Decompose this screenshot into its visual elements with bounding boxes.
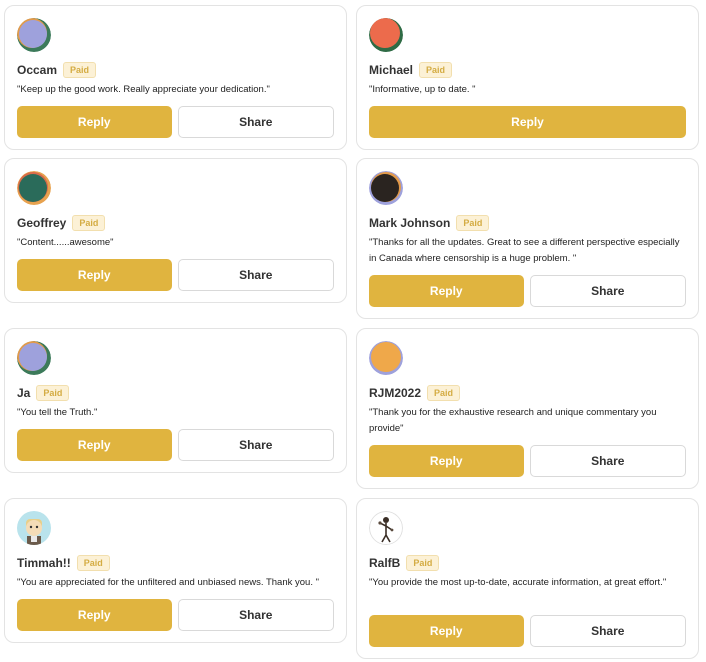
orange-circle-avatar-icon[interactable] bbox=[369, 341, 403, 375]
reply-button[interactable]: Reply bbox=[17, 106, 172, 138]
paid-badge: Paid bbox=[76, 555, 110, 571]
commenter-name[interactable]: Michael bbox=[369, 63, 413, 77]
comment-card: Geoffrey Paid "Content......awesome" Rep… bbox=[4, 158, 347, 303]
reply-button[interactable]: Reply bbox=[17, 259, 172, 291]
reply-button[interactable]: Reply bbox=[369, 106, 686, 138]
paid-badge: Paid bbox=[406, 555, 440, 571]
comment-card: RalfB Paid "You provide the most up-to-d… bbox=[356, 498, 699, 659]
commenter-name[interactable]: RalfB bbox=[369, 556, 400, 570]
reply-button[interactable]: Reply bbox=[369, 615, 524, 647]
comment-text: "You are appreciated for the unfiltered … bbox=[17, 577, 319, 588]
comment-text: "Informative, up to date. " bbox=[369, 84, 476, 95]
teal-circle-avatar-icon[interactable] bbox=[17, 171, 51, 205]
commenter-name[interactable]: RJM2022 bbox=[369, 386, 421, 400]
commenter-name[interactable]: Mark Johnson bbox=[369, 216, 450, 230]
paid-badge: Paid bbox=[419, 62, 453, 78]
share-button[interactable]: Share bbox=[177, 106, 334, 138]
comment-text: "Keep up the good work. Really appreciat… bbox=[17, 84, 270, 95]
comment-card: Occam Paid "Keep up the good work. Reall… bbox=[4, 5, 347, 150]
paid-badge: Paid bbox=[36, 385, 70, 401]
comment-card: Mark Johnson Paid "Thanks for all the up… bbox=[356, 158, 699, 319]
reply-button[interactable]: Reply bbox=[369, 445, 524, 477]
share-button[interactable]: Share bbox=[177, 599, 334, 631]
paid-badge: Paid bbox=[72, 215, 106, 231]
comment-card: Timmah!! Paid "You are appreciated for t… bbox=[4, 498, 347, 643]
comment-text: "You tell the Truth." bbox=[17, 407, 98, 418]
cartoon-avatar-icon[interactable] bbox=[17, 511, 51, 545]
comment-card: RJM2022 Paid "Thank you for the exhausti… bbox=[356, 328, 699, 489]
commenter-name[interactable]: Occam bbox=[17, 63, 57, 77]
orange-circle-avatar-icon[interactable] bbox=[369, 18, 403, 52]
paid-badge: Paid bbox=[427, 385, 461, 401]
reply-button[interactable]: Reply bbox=[369, 275, 524, 307]
share-button[interactable]: Share bbox=[529, 615, 686, 647]
purple-circle-avatar-icon[interactable] bbox=[17, 341, 51, 375]
share-button[interactable]: Share bbox=[177, 259, 334, 291]
commenter-name[interactable]: Geoffrey bbox=[17, 216, 66, 230]
comment-text: "You provide the most up-to-date, accura… bbox=[369, 577, 667, 588]
purple-circle-avatar-icon[interactable] bbox=[17, 18, 51, 52]
share-button[interactable]: Share bbox=[529, 275, 686, 307]
share-button[interactable]: Share bbox=[177, 429, 334, 461]
reply-button[interactable]: Reply bbox=[17, 429, 172, 461]
commenter-name[interactable]: Timmah!! bbox=[17, 556, 71, 570]
dark-circle-avatar-icon[interactable] bbox=[369, 171, 403, 205]
sketch-avatar-icon[interactable] bbox=[369, 511, 403, 545]
comment-card: Michael Paid "Informative, up to date. "… bbox=[356, 5, 699, 150]
comment-text: "Content......awesome" bbox=[17, 237, 114, 248]
share-button[interactable]: Share bbox=[529, 445, 686, 477]
comment-card: Ja Paid "You tell the Truth." Reply Shar… bbox=[4, 328, 347, 473]
paid-badge: Paid bbox=[456, 215, 490, 231]
comment-text: "Thank you for the exhaustive research a… bbox=[369, 407, 657, 434]
commenter-name[interactable]: Ja bbox=[17, 386, 30, 400]
comment-text: "Thanks for all the updates. Great to se… bbox=[369, 237, 680, 264]
paid-badge: Paid bbox=[63, 62, 97, 78]
reply-button[interactable]: Reply bbox=[17, 599, 172, 631]
